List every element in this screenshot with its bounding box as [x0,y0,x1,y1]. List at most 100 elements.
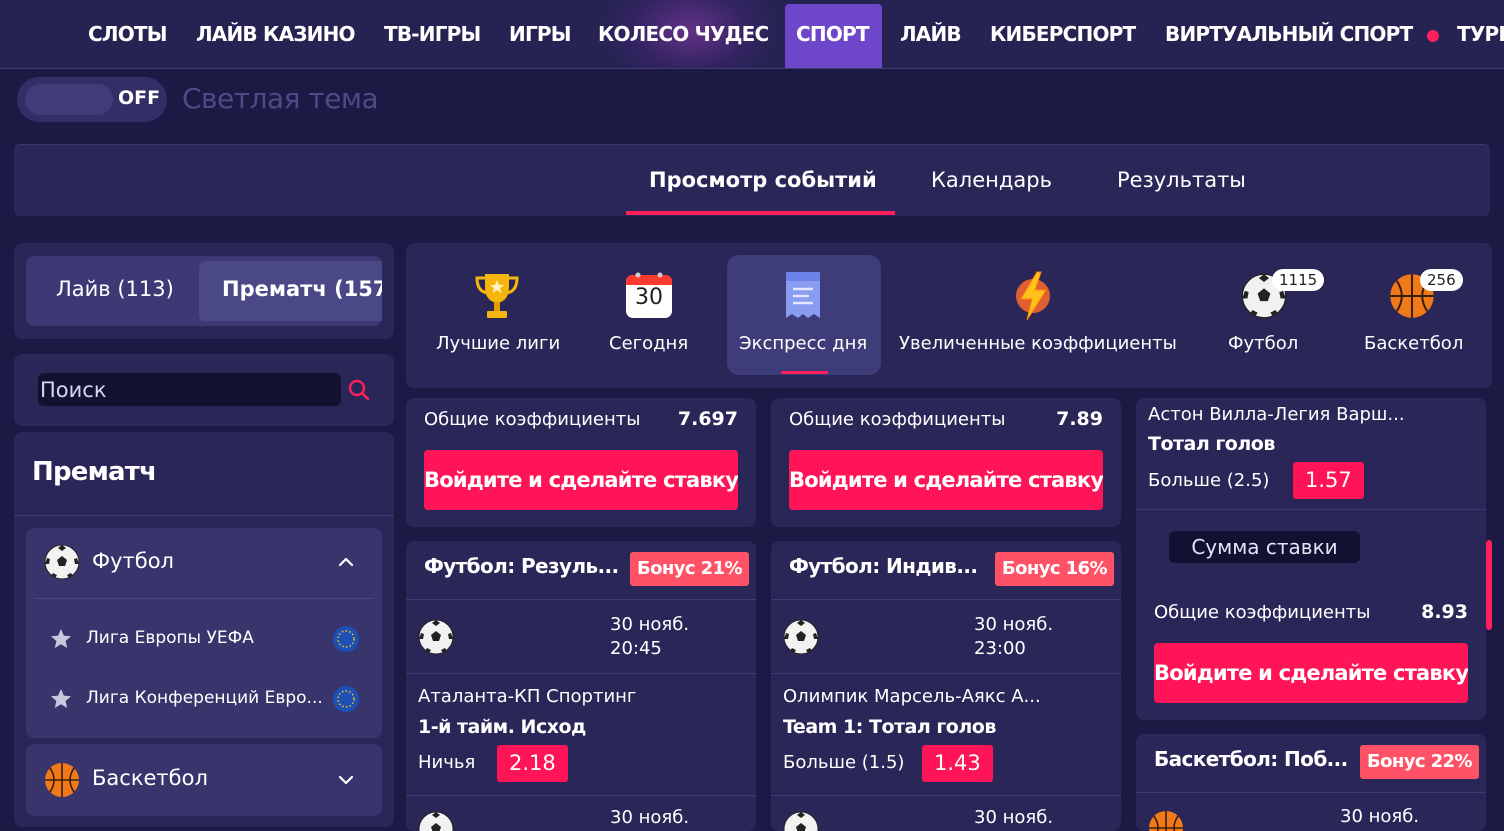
theme-toggle[interactable]: OFF [17,77,167,122]
sport-tabs-bar: Просмотр событий Календарь Результаты [14,144,1490,216]
divider [34,598,374,599]
categories-strip: Лучшие лиги 30 Сегодня Экспресс дня Увел… [406,243,1492,388]
eu-flag-icon [333,626,359,652]
odd-button[interactable]: 1.57 [1293,462,1364,499]
login-and-bet-button[interactable]: Войдите и сделайте ставку [424,450,738,510]
lightning-icon [1012,271,1054,321]
category-today[interactable]: 30 Сегодня [588,243,708,388]
divider [771,673,1121,674]
calendar-icon: 30 [625,271,673,319]
category-label: Сегодня [609,333,689,354]
event-date: 30 нояб. [610,614,690,635]
soccer-ball-icon [44,544,80,580]
login-and-bet-button[interactable]: Войдите и сделайте ставку [1154,643,1468,703]
toggle-state-label: OFF [118,87,161,109]
category-label: Баскетбол [1364,333,1464,354]
league-name: Лига Европы УЕФА [86,628,254,648]
nav-item-live-casino[interactable]: ЛАЙВ КАЗИНО [196,22,356,46]
category-label: Экспресс дня [739,333,868,354]
nav-item-tv-games[interactable]: ТВ-ИГРЫ [384,22,481,46]
soccer-ball-icon [783,619,819,655]
league-row[interactable]: Лига Конференций Евро... [26,678,382,718]
coupon-title: Футбол: Индив... [789,554,978,578]
sport-group-basketball[interactable]: Баскетбол [26,744,382,816]
soccer-ball-icon [783,811,819,831]
bonus-badge: Бонус 16% [995,552,1114,586]
chevron-up-icon[interactable] [338,554,354,570]
search-panel [14,354,394,426]
sport-name-football: Футбол [92,549,174,573]
mode-prematch-button[interactable]: Прематч (1572 [222,277,382,301]
soccer-ball-icon [418,811,454,831]
total-odds-label: Общие коэффициенты [1154,602,1371,623]
category-label: Увеличенные коэффициенты [899,333,1177,354]
nav-item-sport[interactable]: СПОРТ [796,22,870,46]
divider [1136,509,1486,510]
trophy-icon [474,271,520,321]
league-name: Лига Конференций Евро... [86,688,323,708]
search-input[interactable] [38,373,341,406]
nav-item-virtual-sport[interactable]: ВИРТУАЛЬНЫЙ СПОРТ [1165,22,1413,46]
coupon-card: Общие коэффициенты 7.89 Войдите и сделай… [771,398,1121,527]
top-nav: СЛОТЫ ЛАЙВ КАЗИНО ТВ-ИГРЫ ИГРЫ КОЛЕСО ЧУ… [0,0,1504,69]
live-dot-icon [1427,30,1439,42]
event-time: 23:00 [974,638,1026,659]
sport-header-football[interactable]: Футбол [26,528,382,598]
star-icon[interactable] [50,688,72,710]
mode-switch-panel: Лайв (113) Прематч (1572 [14,243,394,339]
odd-button[interactable]: 2.18 [497,745,568,782]
category-label: Футбол [1228,333,1299,354]
divider [1136,792,1486,793]
total-odds-value: 7.89 [1056,408,1103,430]
event-outcome: Больше (2.5) [1148,470,1270,491]
mode-live-button[interactable]: Лайв (113) [56,277,174,301]
receipt-icon [783,271,823,321]
star-icon[interactable] [50,628,72,650]
total-odds-value: 8.93 [1421,601,1468,623]
nav-item-games[interactable]: ИГРЫ [509,22,571,46]
nav-item-wheel[interactable]: КОЛЕСО ЧУДЕС [598,22,769,46]
basketball-icon [44,762,80,798]
category-football[interactable]: 1115 Футбол [1206,243,1325,388]
event-date: 30 нояб. [610,807,690,828]
tab-calendar[interactable]: Календарь [931,168,1052,192]
category-express[interactable]: Экспресс дня [727,243,881,388]
calendar-day: 30 [635,285,663,310]
divider [771,599,1121,600]
category-basketball[interactable]: 256 Баскетбол [1354,243,1474,388]
bonus-badge: Бонус 21% [630,552,749,586]
count-badge: 256 [1420,269,1463,291]
event-date: 30 нояб. [974,614,1054,635]
coupon-scrollbar[interactable] [1486,540,1492,630]
chevron-down-icon[interactable] [338,772,354,788]
nav-item-slots[interactable]: СЛОТЫ [88,22,167,46]
tab-events[interactable]: Просмотр событий [649,168,877,192]
coupon-card: Футбол: Индив... Бонус 16% 30 нояб. 23:0… [771,541,1121,831]
search-icon[interactable] [347,378,371,402]
category-label: Лучшие лиги [436,333,561,354]
event-date: 30 нояб. [974,807,1054,828]
event-date: 30 нояб. [1340,806,1420,827]
event-outcome: Ничья [418,752,476,773]
nav-item-tournaments[interactable]: ТУРН [1457,22,1504,46]
eu-flag-icon [333,686,359,712]
login-and-bet-button[interactable]: Войдите и сделайте ставку [789,450,1103,510]
nav-item-live[interactable]: ЛАЙВ [900,22,962,46]
active-tab-underline [626,211,895,215]
category-top-leagues[interactable]: Лучшие лиги [406,243,588,388]
coupon-card: Футбол: Резуль... Бонус 21% 30 нояб. 20:… [406,541,756,831]
league-row[interactable]: Лига Европы УЕФА [26,618,382,658]
stake-amount-field[interactable]: Сумма ставки [1169,531,1360,563]
nav-item-esports[interactable]: КИБЕРСПОРТ [990,22,1136,46]
event-time: 20:45 [610,638,662,659]
count-badge: 1115 [1272,269,1325,291]
tab-results[interactable]: Результаты [1117,168,1246,192]
event-outcome: Больше (1.5) [783,752,905,773]
divider [406,599,756,600]
divider [771,795,1121,796]
total-odds-label: Общие коэффициенты [789,409,1006,430]
event-market: Team 1: Тотал голов [783,716,996,738]
category-boosted-odds[interactable]: Увеличенные коэффициенты [888,243,1178,388]
coupon-title: Футбол: Резуль... [424,554,619,578]
odd-button[interactable]: 1.43 [922,745,993,782]
